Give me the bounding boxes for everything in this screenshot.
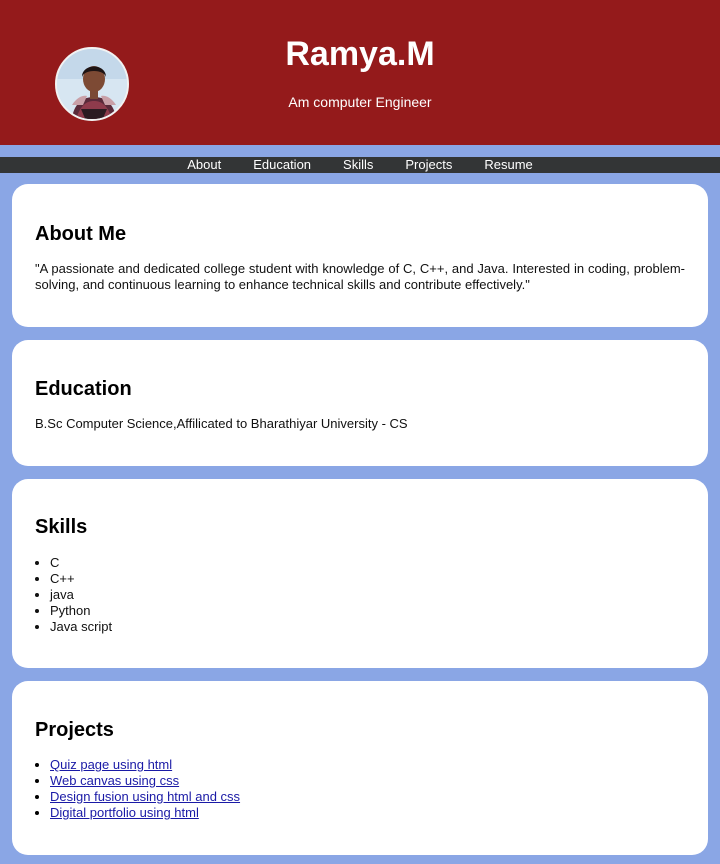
skill-item: java: [50, 587, 112, 603]
header-titles: Ramya.M Am computer Engineer: [230, 34, 490, 110]
profile-photo-icon: [57, 49, 127, 119]
projects-list: Quiz page using html Web canvas using cs…: [35, 757, 240, 821]
about-text: "A passionate and dedicated college stud…: [35, 261, 685, 292]
project-link-design-fusion[interactable]: Design fusion using html and css: [50, 789, 240, 804]
project-link-quiz[interactable]: Quiz page using html: [50, 757, 172, 772]
skills-section: Skills C C++ java Python Java script: [12, 479, 708, 668]
profile-tagline: Am computer Engineer: [288, 94, 432, 110]
projects-section: Projects Quiz page using html Web canvas…: [12, 681, 708, 855]
project-link-portfolio[interactable]: Digital portfolio using html: [50, 805, 199, 820]
nav-skills[interactable]: Skills: [327, 157, 389, 173]
education-title: Education: [35, 378, 132, 400]
project-item: Web canvas using css: [50, 773, 240, 789]
skill-item: C++: [50, 571, 112, 587]
project-item: Design fusion using html and css: [50, 789, 240, 805]
project-link-web-canvas[interactable]: Web canvas using css: [50, 773, 179, 788]
profile-name: Ramya.M: [285, 35, 435, 73]
nav-about[interactable]: About: [171, 157, 237, 173]
about-section: About Me "A passionate and dedicated col…: [12, 184, 708, 327]
nav-projects[interactable]: Projects: [389, 157, 468, 173]
top-navigation: About Education Skills Projects Resume: [0, 157, 720, 173]
education-text: B.Sc Computer Science,Affilicated to Bha…: [35, 416, 408, 431]
nav-education[interactable]: Education: [237, 157, 327, 173]
projects-title: Projects: [35, 719, 114, 741]
avatar: [55, 47, 129, 121]
skills-title: Skills: [35, 516, 88, 538]
skill-item: Java script: [50, 619, 112, 635]
skill-item: Python: [50, 603, 112, 619]
education-section: Education B.Sc Computer Science,Affilica…: [12, 340, 708, 466]
project-item: Digital portfolio using html: [50, 805, 240, 821]
skills-list: C C++ java Python Java script: [35, 555, 112, 635]
project-item: Quiz page using html: [50, 757, 240, 773]
page-header: Ramya.M Am computer Engineer: [0, 0, 720, 145]
skill-item: C: [50, 555, 112, 571]
about-title: About Me: [35, 223, 127, 245]
nav-resume[interactable]: Resume: [468, 157, 548, 173]
